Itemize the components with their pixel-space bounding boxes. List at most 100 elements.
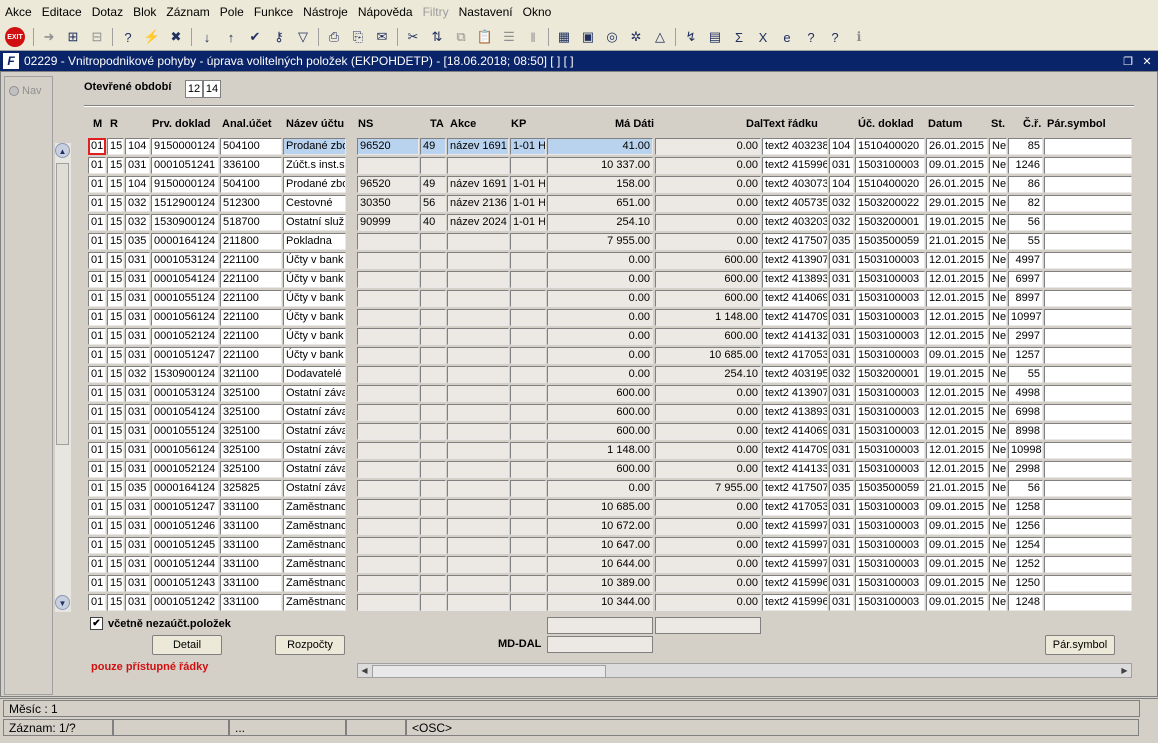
cell-text-radku[interactable]: text2 414069 — [762, 423, 828, 440]
cell-ta[interactable] — [420, 309, 446, 326]
cell-r[interactable]: 15 — [107, 271, 124, 288]
key-icon[interactable]: ⚷ — [268, 26, 290, 48]
scroll-down-icon[interactable]: ▼ — [55, 595, 70, 610]
cell-ta[interactable] — [420, 404, 446, 421]
cell-nazev-uctu[interactable]: Ostatní záva — [283, 404, 346, 421]
cell-ns[interactable] — [357, 575, 419, 592]
cell-par-symbol[interactable] — [1044, 138, 1132, 155]
menu-nastaveni[interactable]: Nastavení — [454, 0, 518, 24]
cell-r[interactable]: 15 — [107, 252, 124, 269]
help-icon[interactable]: ? — [824, 26, 846, 48]
cell-prv-doklad[interactable]: 0001051246 — [151, 518, 219, 535]
cell-ns[interactable] — [357, 518, 419, 535]
cell-type2[interactable]: 031 — [829, 499, 854, 516]
cell-text-radku[interactable]: text2 405735 — [762, 195, 828, 212]
filter-icon[interactable]: ▽ — [292, 26, 314, 48]
cell-anal-ucet[interactable]: 331100 — [220, 575, 282, 592]
table-row[interactable]: 01 15 031 0001056124 221100 Účty v bank 0.00 1 … — [88, 309, 1134, 326]
cell-r[interactable]: 15 — [107, 385, 124, 402]
cell-nazev-uctu[interactable]: Cestovné — [283, 195, 346, 212]
cell-m[interactable]: 01 — [88, 556, 106, 573]
cell-uc-doklad[interactable]: 1503100003 — [855, 385, 925, 402]
table-row[interactable]: 01 15 035 0000164124 325825 Ostatní záva 0.00 7… — [88, 480, 1134, 497]
cell-st[interactable]: Ne — [989, 442, 1007, 459]
cell-type[interactable]: 031 — [125, 290, 150, 307]
cell-par-symbol[interactable] — [1044, 404, 1132, 421]
cell-text-radku[interactable]: text2 417053 — [762, 347, 828, 364]
cell-cr[interactable]: 1256 — [1008, 518, 1043, 535]
table-row[interactable]: 01 15 031 0001053124 325100 Ostatní záva 600.0… — [88, 385, 1134, 402]
cell-ma-dati[interactable]: 0.00 — [547, 366, 653, 383]
cell-nazev-uctu[interactable]: Zaměstnanc — [283, 518, 346, 535]
cell-uc-doklad[interactable]: 1503100003 — [855, 556, 925, 573]
cell-type[interactable]: 031 — [125, 461, 150, 478]
cell-text-radku[interactable]: text2 415997 — [762, 518, 828, 535]
cell-anal-ucet[interactable]: 325825 — [220, 480, 282, 497]
cell-ns[interactable] — [357, 157, 419, 174]
cell-m[interactable]: 01 — [88, 404, 106, 421]
cell-anal-ucet[interactable]: 221100 — [220, 290, 282, 307]
check-icon[interactable]: ✔ — [244, 26, 266, 48]
cell-type2[interactable]: 032 — [829, 195, 854, 212]
cell-dal[interactable]: 600.00 — [655, 252, 761, 269]
cell-cr[interactable]: 10998 — [1008, 442, 1043, 459]
cell-uc-doklad[interactable]: 1503100003 — [855, 423, 925, 440]
cell-st[interactable]: Ne — [989, 480, 1007, 497]
cell-m[interactable]: 01 — [88, 290, 106, 307]
cell-akce[interactable]: název 1691 — [447, 176, 509, 193]
cell-uc-doklad[interactable]: 1503100003 — [855, 537, 925, 554]
insert-record-icon[interactable]: ⊞ — [62, 26, 84, 48]
cell-type2[interactable]: 031 — [829, 556, 854, 573]
cell-ns[interactable]: 90999 — [357, 214, 419, 231]
cell-datum[interactable]: 09.01.2015 — [926, 518, 988, 535]
cell-st[interactable]: Ne — [989, 499, 1007, 516]
cell-text-radku[interactable]: text2 403073 — [762, 176, 828, 193]
cell-dal[interactable]: 0.00 — [655, 461, 761, 478]
cell-ns[interactable] — [357, 385, 419, 402]
cell-datum[interactable]: 26.01.2015 — [926, 176, 988, 193]
cell-par-symbol[interactable] — [1044, 575, 1132, 592]
cell-ns[interactable] — [357, 423, 419, 440]
cell-par-symbol[interactable] — [1044, 271, 1132, 288]
cell-prv-doklad[interactable]: 0001051241 — [151, 157, 219, 174]
cell-anal-ucet[interactable]: 221100 — [220, 252, 282, 269]
help-context-icon[interactable]: ? — [800, 26, 822, 48]
cell-ta[interactable]: 40 — [420, 214, 446, 231]
cell-ma-dati[interactable]: 600.00 — [547, 461, 653, 478]
cell-text-radku[interactable]: text2 413907 — [762, 252, 828, 269]
cell-anal-ucet[interactable]: 336100 — [220, 157, 282, 174]
cell-kp[interactable] — [510, 385, 546, 402]
cell-r[interactable]: 15 — [107, 442, 124, 459]
cell-cr[interactable]: 8997 — [1008, 290, 1043, 307]
cell-anal-ucet[interactable]: 325100 — [220, 385, 282, 402]
cell-uc-doklad[interactable]: 1503500059 — [855, 233, 925, 250]
cell-ns[interactable]: 30350 — [357, 195, 419, 212]
cell-ns[interactable] — [357, 309, 419, 326]
cell-cr[interactable]: 1248 — [1008, 594, 1043, 611]
cell-akce[interactable] — [447, 252, 509, 269]
cell-type2[interactable]: 031 — [829, 309, 854, 326]
cell-datum[interactable]: 29.01.2015 — [926, 195, 988, 212]
cell-text-radku[interactable]: text2 415996 — [762, 157, 828, 174]
cell-ta[interactable] — [420, 442, 446, 459]
cell-text-radku[interactable]: text2 414133 — [762, 461, 828, 478]
cell-nazev-uctu[interactable]: Zaměstnanc — [283, 499, 346, 516]
cell-uc-doklad[interactable]: 1503100003 — [855, 309, 925, 326]
cell-dal[interactable]: 600.00 — [655, 271, 761, 288]
cell-prv-doklad[interactable]: 0001054124 — [151, 271, 219, 288]
cell-prv-doklad[interactable]: 0001051247 — [151, 499, 219, 516]
cell-kp[interactable] — [510, 518, 546, 535]
cell-cr[interactable]: 1257 — [1008, 347, 1043, 364]
cell-dal[interactable]: 7 955.00 — [655, 480, 761, 497]
cell-m[interactable]: 01 — [88, 366, 106, 383]
cell-prv-doklad[interactable]: 1530900124 — [151, 214, 219, 231]
table-row[interactable]: 01 15 104 9150000124 504100 Prodané zbo 96520 4… — [88, 176, 1134, 193]
cell-uc-doklad[interactable]: 1503100003 — [855, 442, 925, 459]
cell-r[interactable]: 15 — [107, 157, 124, 174]
cell-ns[interactable] — [357, 290, 419, 307]
cell-datum[interactable]: 12.01.2015 — [926, 442, 988, 459]
cell-kp[interactable] — [510, 252, 546, 269]
cell-type[interactable]: 031 — [125, 328, 150, 345]
table-row[interactable]: 01 15 031 0001051245 331100 Zaměstnanc 10 647.… — [88, 537, 1134, 554]
cell-st[interactable]: Ne — [989, 214, 1007, 231]
